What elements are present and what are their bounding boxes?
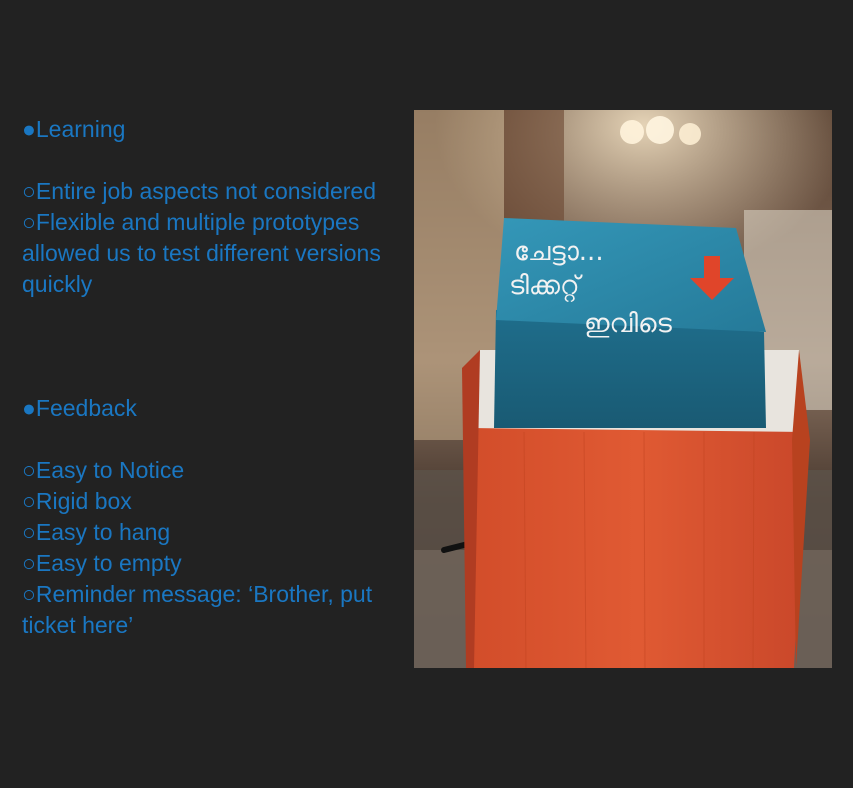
prototype-box-photo: ചേട്ടാ... ടിക്കറ്റ് ഇവിടെ [414,110,832,668]
feedback-point-3: ○Easy to hang [22,519,171,545]
feedback-heading: ●Feedback [22,395,137,421]
sign-line-1: ചേട്ടാ... [514,237,604,267]
slide-text: ●Learning ○Entire job aspects not consid… [22,114,407,641]
learning-point-1: ○Entire job aspects not considered [22,178,376,204]
learning-point-2: ○Flexible and multiple prototypes allowe… [22,209,388,297]
feedback-point-1: ○Easy to Notice [22,457,185,483]
feedback-point-4: ○Easy to empty [22,550,182,576]
sign-line-3: ഇവിടെ [584,309,673,339]
sign-line-2: ടിക്കറ്റ് [509,271,583,302]
feedback-point-2: ○Rigid box [22,488,132,514]
learning-heading: ●Learning [22,116,126,142]
feedback-point-5: ○Reminder message: ‘Brother, put ticket … [22,581,379,638]
